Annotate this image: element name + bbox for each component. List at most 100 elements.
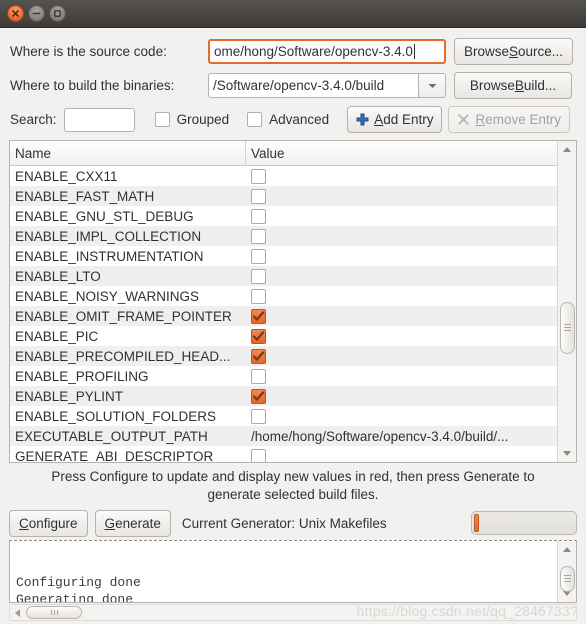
minimize-icon[interactable] — [28, 5, 45, 22]
table-row[interactable]: ENABLE_CXX11 — [10, 166, 576, 186]
source-input[interactable]: ome/hong/Software/opencv-3.4.0 — [208, 39, 446, 64]
table-row[interactable]: ENABLE_INSTRUMENTATION — [10, 246, 576, 266]
add-entry-mnemonic: A — [374, 112, 384, 127]
table-cell-name: ENABLE_PYLINT — [15, 388, 124, 404]
table-row[interactable]: ENABLE_PRECOMPILED_HEAD... — [10, 346, 576, 366]
hint-line-1: Press Configure to update and display ne… — [51, 469, 535, 484]
add-entry-button[interactable]: Add Entry — [347, 106, 443, 133]
generate-button[interactable]: Generate — [94, 509, 171, 537]
table-vertical-scrollbar[interactable] — [557, 141, 576, 462]
checkbox-unchecked-icon[interactable] — [251, 228, 266, 244]
log-vertical-scroll-thumb[interactable] — [559, 565, 575, 592]
checkbox-checked-icon[interactable] — [251, 348, 266, 364]
checkbox-unchecked-icon[interactable] — [251, 188, 266, 204]
table-row[interactable]: ENABLE_PROFILING — [10, 366, 576, 386]
checkbox-checked-icon[interactable] — [251, 308, 266, 324]
checkbox-unchecked-icon[interactable] — [251, 168, 266, 184]
log-horizontal-scrollbar[interactable] — [9, 604, 577, 621]
checkbox-unchecked-icon[interactable] — [251, 208, 266, 224]
search-input[interactable] — [63, 107, 135, 132]
column-header-name[interactable]: Name — [10, 141, 246, 165]
hscroll-left-icon[interactable] — [10, 605, 25, 620]
table-cell-value[interactable]: /home/hong/Software/opencv-3.4.0/build/.… — [246, 429, 576, 444]
table-cell-value[interactable] — [246, 288, 576, 304]
table-cell-value[interactable] — [246, 248, 576, 264]
table-cell-value[interactable] — [246, 268, 576, 284]
scroll-down-icon[interactable] — [559, 445, 576, 462]
log-vertical-scroll-track[interactable] — [559, 558, 576, 592]
table-row[interactable]: ENABLE_LTO — [10, 266, 576, 286]
close-icon[interactable] — [7, 5, 24, 22]
table-row[interactable]: ENABLE_SOLUTION_FOLDERS — [10, 406, 576, 426]
checkbox-unchecked-icon[interactable] — [251, 368, 266, 384]
table-cell-value[interactable] — [246, 448, 576, 462]
table-row[interactable]: ENABLE_PIC — [10, 326, 576, 346]
browse-source-button[interactable]: Browse Source... — [454, 38, 574, 65]
table-cell-value[interactable] — [246, 188, 576, 204]
table-cell-value[interactable] — [246, 328, 576, 344]
checkbox-checked-icon[interactable] — [251, 388, 266, 404]
log-scroll-grip-icon — [563, 575, 571, 583]
cache-table: Name Value ENABLE_CXX11 ENABLE_FAST_MATH E… — [9, 140, 577, 463]
checkbox-unchecked-icon[interactable] — [251, 448, 266, 462]
grouped-checkbox[interactable]: Grouped — [154, 112, 229, 127]
table-row[interactable]: ENABLE_FAST_MATH — [10, 186, 576, 206]
output-log-text: Configuring done Generating done — [16, 575, 141, 602]
table-cell-name: ENABLE_NOISY_WARNINGS — [15, 288, 200, 304]
build-combobox[interactable]: /Software/opencv-3.4.0/build — [208, 73, 446, 98]
generate-post: enerate — [115, 515, 161, 531]
chevron-down-icon[interactable] — [418, 73, 446, 98]
plus-icon — [356, 113, 369, 126]
table-cell-value[interactable] — [246, 368, 576, 384]
table-cell-value[interactable] — [246, 308, 576, 324]
table-cell-name: ENABLE_SOLUTION_FOLDERS — [15, 408, 217, 424]
grouped-checkbox-box[interactable] — [154, 112, 170, 127]
table-row[interactable]: ENABLE_PYLINT — [10, 386, 576, 406]
checkbox-checked-icon[interactable] — [251, 328, 266, 344]
table-cell-value[interactable] — [246, 168, 576, 184]
table-cell-name: ENABLE_IMPL_COLLECTION — [15, 228, 202, 244]
search-row: Search: Grouped Advanced Add Entry R emo… — [10, 105, 576, 134]
checkbox-unchecked-icon[interactable] — [251, 288, 266, 304]
table-cell-value[interactable] — [246, 408, 576, 424]
table-cell-value[interactable] — [246, 348, 576, 364]
table-row[interactable]: EXECUTABLE_OUTPUT_PATH/home/hong/Softwar… — [10, 426, 576, 446]
remove-entry-button[interactable]: Remove Entry — [448, 106, 570, 133]
advanced-checkbox-box[interactable] — [247, 112, 263, 127]
table-row[interactable]: ENABLE_NOISY_WARNINGS — [10, 286, 576, 306]
output-log[interactable]: Configuring done Generating done — [9, 540, 577, 603]
generate-mnemonic: G — [104, 515, 116, 531]
build-label: Where to build the binaries: — [10, 78, 175, 93]
scroll-up-icon[interactable] — [559, 141, 576, 158]
advanced-checkbox[interactable]: Advanced — [247, 112, 329, 127]
column-header-value[interactable]: Value — [246, 141, 576, 165]
log-vertical-scrollbar[interactable] — [557, 541, 576, 602]
build-input-value[interactable]: /Software/opencv-3.4.0/build — [208, 73, 418, 98]
log-scroll-up-icon[interactable] — [559, 541, 576, 558]
path-form: Where is the source code: ome/hong/Softw… — [0, 28, 586, 138]
configure-button[interactable]: Configure — [9, 509, 88, 537]
cmake-gui-window: Where is the source code: ome/hong/Softw… — [0, 0, 586, 624]
titlebar — [0, 0, 586, 28]
horizontal-scroll-thumb[interactable] — [26, 606, 82, 619]
vertical-scroll-track[interactable] — [559, 158, 576, 445]
maximize-icon[interactable] — [49, 5, 66, 22]
table-row[interactable]: ENABLE_IMPL_COLLECTION — [10, 226, 576, 246]
checkbox-unchecked-icon[interactable] — [251, 268, 266, 284]
browse-build-pre: Browse — [469, 78, 515, 93]
table-header: Name Value — [10, 141, 576, 166]
source-row: Where is the source code: ome/hong/Softw… — [10, 37, 576, 66]
table-row[interactable]: GENERATE_ABI_DESCRIPTOR — [10, 446, 576, 462]
hscroll-grip-icon — [50, 610, 58, 615]
table-row[interactable]: ENABLE_OMIT_FRAME_POINTER — [10, 306, 576, 326]
action-bar: Configure Generate Current Generator: Un… — [0, 508, 586, 538]
table-cell-value[interactable] — [246, 228, 576, 244]
table-row[interactable]: ENABLE_GNU_STL_DEBUG — [10, 206, 576, 226]
table-cell-name: ENABLE_PROFILING — [15, 368, 149, 384]
table-cell-value[interactable] — [246, 208, 576, 224]
browse-build-button[interactable]: Browse Build... — [454, 72, 572, 99]
table-cell-value[interactable] — [246, 388, 576, 404]
vertical-scroll-thumb[interactable] — [559, 301, 575, 354]
checkbox-unchecked-icon[interactable] — [251, 248, 266, 264]
checkbox-unchecked-icon[interactable] — [251, 408, 266, 424]
